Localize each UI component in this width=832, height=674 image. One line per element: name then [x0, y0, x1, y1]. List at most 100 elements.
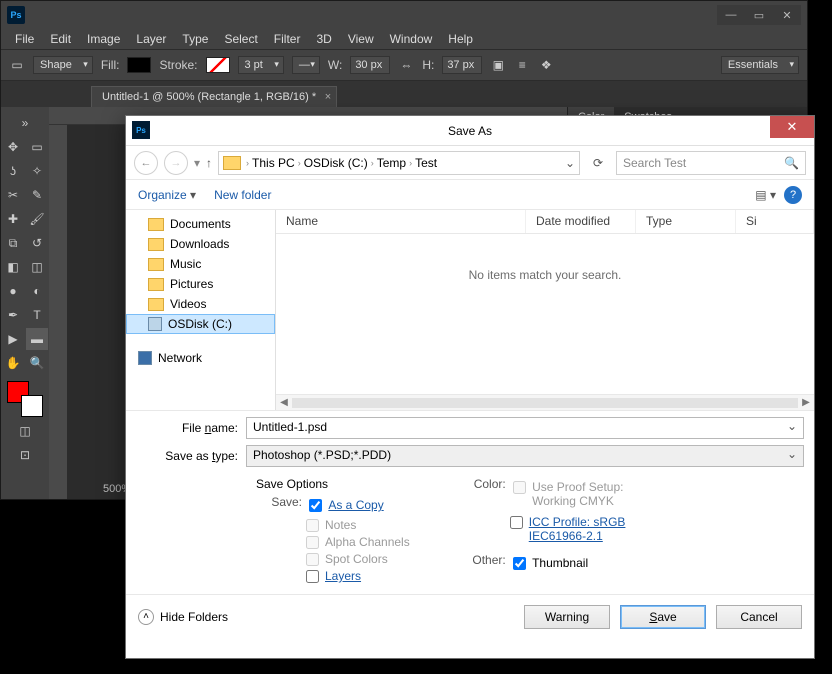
fg-bg-colors[interactable] — [7, 381, 43, 417]
height-field[interactable] — [442, 56, 482, 74]
menu-filter[interactable]: Filter — [266, 30, 309, 48]
help-icon[interactable]: ? — [784, 186, 802, 204]
fill-swatch[interactable] — [127, 57, 151, 73]
filename-input[interactable]: Untitled-1.psd — [246, 417, 804, 439]
menu-view[interactable]: View — [340, 30, 382, 48]
menu-window[interactable]: Window — [382, 30, 441, 48]
col-name[interactable]: Name — [276, 210, 526, 233]
tree-downloads[interactable]: Downloads — [126, 234, 275, 254]
tree-videos[interactable]: Videos — [126, 294, 275, 314]
col-date[interactable]: Date modified — [526, 210, 636, 233]
history-brush-tool[interactable]: ↺ — [26, 232, 48, 254]
crumb-this-pc[interactable]: This PC — [252, 156, 295, 170]
quickmask-icon[interactable]: ◫ — [14, 420, 36, 442]
blur-tool[interactable]: ● — [2, 280, 24, 302]
brush-tool[interactable]: 🖌 — [26, 208, 48, 230]
stroke-type-dropdown[interactable]: — — [292, 56, 320, 74]
col-size[interactable]: Si — [736, 210, 814, 233]
saveastype-dropdown[interactable]: Photoshop (*.PSD;*.PDD) — [246, 445, 804, 467]
search-input[interactable]: Search Test 🔍 — [616, 151, 806, 175]
save-button[interactable]: Save — [620, 605, 706, 629]
menu-layer[interactable]: Layer — [128, 30, 174, 48]
up-button[interactable]: ↑ — [206, 156, 212, 170]
horizontal-scrollbar[interactable]: ◀ ▶ — [276, 394, 814, 410]
pen-tool[interactable]: ✒ — [2, 304, 24, 326]
gradient-tool[interactable]: ◫ — [26, 256, 48, 278]
stroke-swatch[interactable] — [206, 57, 230, 73]
close-button[interactable]: ✕ — [773, 5, 801, 25]
recent-locations-dropdown[interactable]: ▾ — [194, 156, 200, 170]
organize-button[interactable]: Organize ▾ — [138, 188, 196, 202]
link-wh-icon[interactable]: ⇔ — [398, 57, 414, 73]
new-folder-button[interactable]: New folder — [214, 188, 271, 202]
healing-tool[interactable]: ✚ — [2, 208, 24, 230]
width-field[interactable] — [350, 56, 390, 74]
stamp-tool[interactable]: ⧉ — [2, 232, 24, 254]
crumb-test[interactable]: Test — [415, 156, 437, 170]
move-tool[interactable]: ✥ — [2, 136, 24, 158]
lasso-tool[interactable]: ʖ — [2, 160, 24, 182]
magic-wand-tool[interactable]: ✧ — [26, 160, 48, 182]
menu-select[interactable]: Select — [216, 30, 265, 48]
rectangle-tool[interactable]: ▬ — [26, 328, 48, 350]
stroke-width-dropdown[interactable]: 3 pt — [238, 56, 284, 74]
menu-3d[interactable]: 3D — [308, 30, 339, 48]
expand-tools-icon[interactable]: » — [14, 112, 36, 134]
maximize-button[interactable]: ▭ — [745, 5, 773, 25]
layers-link[interactable]: Layers — [325, 569, 361, 583]
arrange-icon[interactable]: ❖ — [538, 57, 554, 73]
refresh-button[interactable]: ⟳ — [586, 151, 610, 175]
view-options-button[interactable]: ▤ ▾ — [755, 188, 776, 202]
col-type[interactable]: Type — [636, 210, 736, 233]
path-ops-icon[interactable]: ▣ — [490, 57, 506, 73]
workspace-switcher[interactable]: Essentials — [721, 56, 799, 74]
crumb-dropdown-icon[interactable]: ⌄ — [565, 156, 575, 170]
path-select-tool[interactable]: ▶ — [2, 328, 24, 350]
hide-folders-button[interactable]: ˄ Hide Folders — [138, 609, 228, 625]
as-copy-checkbox[interactable] — [309, 499, 322, 512]
icc-checkbox[interactable] — [510, 516, 523, 529]
menu-file[interactable]: File — [7, 30, 42, 48]
menu-image[interactable]: Image — [79, 30, 128, 48]
icc-link[interactable]: ICC Profile: sRGB IEC61966-2.1 — [529, 515, 679, 543]
zoom-tool[interactable]: 🔍 — [26, 352, 48, 374]
menu-help[interactable]: Help — [440, 30, 481, 48]
list-header[interactable]: Name Date modified Type Si — [276, 210, 814, 234]
scroll-left-icon[interactable]: ◀ — [276, 397, 292, 408]
type-tool[interactable]: T — [26, 304, 48, 326]
thumbnail-checkbox[interactable] — [513, 557, 526, 570]
tool-preset-icon[interactable]: ▭ — [9, 57, 25, 73]
crop-tool[interactable]: ✂ — [2, 184, 24, 206]
warning-button[interactable]: Warning — [524, 605, 610, 629]
tree-network[interactable]: Network — [126, 348, 275, 368]
tree-documents[interactable]: Documents — [126, 214, 275, 234]
dialog-close-button[interactable]: ✕ — [770, 116, 814, 138]
tree-music[interactable]: Music — [126, 254, 275, 274]
eyedropper-tool[interactable]: ✎ — [26, 184, 48, 206]
document-tab[interactable]: Untitled-1 @ 500% (Rectangle 1, RGB/16) … — [91, 86, 337, 107]
cancel-button[interactable]: Cancel — [716, 605, 802, 629]
breadcrumb[interactable]: › This PC› OSDisk (C:)› Temp› Test ⌄ — [218, 151, 580, 175]
crumb-osdisk[interactable]: OSDisk (C:) — [304, 156, 368, 170]
crumb-temp[interactable]: Temp — [377, 156, 406, 170]
scroll-track[interactable] — [292, 398, 798, 408]
align-icon[interactable]: ≡ — [514, 57, 530, 73]
layers-checkbox[interactable] — [306, 570, 319, 583]
file-list[interactable]: Name Date modified Type Si No items matc… — [276, 210, 814, 410]
tree-pictures[interactable]: Pictures — [126, 274, 275, 294]
menu-edit[interactable]: Edit — [42, 30, 79, 48]
background-swatch[interactable] — [21, 395, 43, 417]
forward-button[interactable]: → — [164, 151, 188, 175]
dodge-tool[interactable]: ◐ — [26, 280, 48, 302]
folder-tree[interactable]: Documents Downloads Music Pictures Video… — [126, 210, 276, 410]
scroll-right-icon[interactable]: ▶ — [798, 397, 814, 408]
back-button[interactable]: ← — [134, 151, 158, 175]
as-copy-link[interactable]: As a Copy — [328, 498, 383, 512]
shape-mode-dropdown[interactable]: Shape — [33, 56, 93, 74]
eraser-tool[interactable]: ◧ — [2, 256, 24, 278]
minimize-button[interactable]: — — [717, 5, 745, 25]
hand-tool[interactable]: ✋ — [2, 352, 24, 374]
marquee-tool[interactable]: ▭ — [26, 136, 48, 158]
menu-type[interactable]: Type — [174, 30, 216, 48]
screenmode-icon[interactable]: ⊡ — [14, 444, 36, 466]
